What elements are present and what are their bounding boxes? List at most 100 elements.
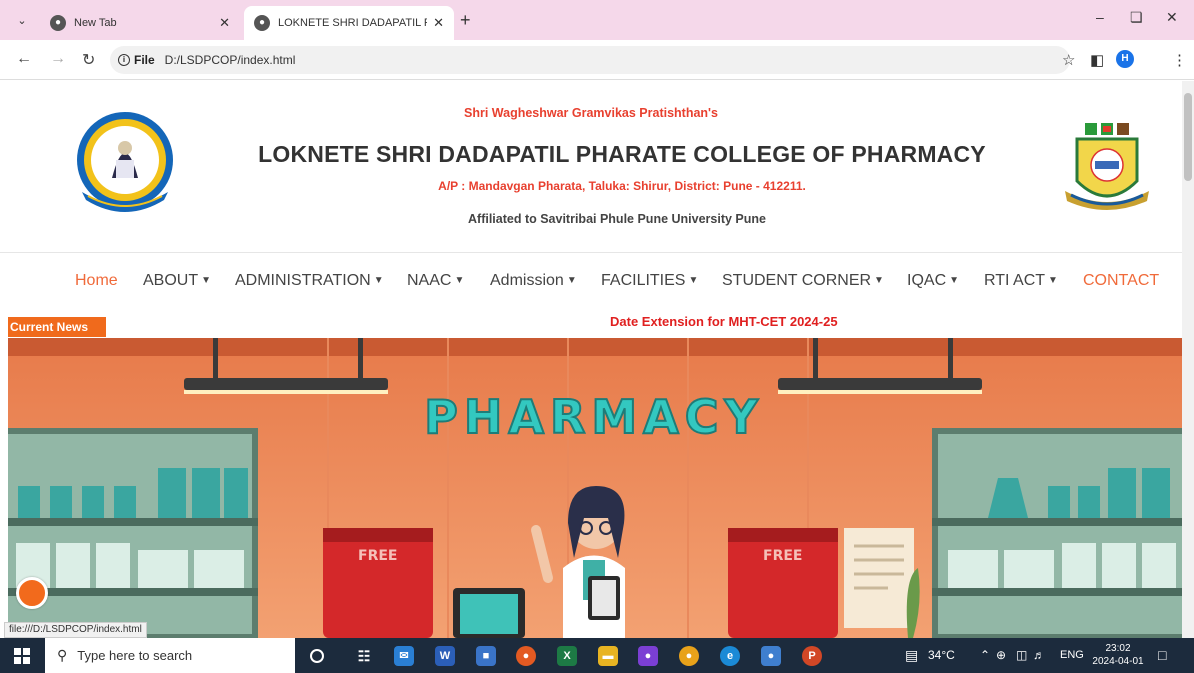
nav-contact[interactable]: CONTACT <box>1083 272 1159 290</box>
nav-naac[interactable]: NAAC ▼ <box>407 272 464 290</box>
tab-search-chevron-icon[interactable]: ⌄ <box>12 11 32 31</box>
caret-down-icon: ▼ <box>454 275 465 286</box>
battery-icon[interactable]: ◫ <box>1016 638 1027 673</box>
weather-temperature[interactable]: 34°C <box>928 638 955 673</box>
browser-toolbar: ← → ↻ i File D:/LSDPCOP/index.html ☆ ◧ H… <box>0 40 1194 80</box>
taskbar-search-placeholder: Type here to search <box>77 648 193 663</box>
network-icon[interactable]: ⊕ <box>996 638 1006 673</box>
nav-iqac[interactable]: IQAC ▼ <box>907 272 959 290</box>
tab-close-icon[interactable]: ✕ <box>219 15 230 31</box>
restore-icon[interactable]: ❏ <box>1130 9 1143 26</box>
notifications-icon[interactable]: □ <box>1158 638 1166 673</box>
current-news-label: Current News <box>8 317 106 337</box>
header-divider <box>0 252 1182 253</box>
caret-down-icon: ▼ <box>201 275 212 286</box>
free-box-label-2: FREE <box>763 548 802 564</box>
caret-down-icon: ▼ <box>1048 275 1058 286</box>
chrome-profile-icon[interactable]: ● <box>761 646 781 666</box>
nav-label: ABOUT <box>143 272 199 289</box>
show-hidden-icons-icon[interactable]: ⌃ <box>980 638 990 673</box>
caret-down-icon: ▼ <box>949 275 960 286</box>
nav-label: Home <box>75 272 118 289</box>
nav-about[interactable]: ABOUT ▼ <box>143 272 211 290</box>
forward-icon[interactable]: → <box>50 50 66 68</box>
nav-rti-act[interactable]: RTI ACT ▼ <box>984 272 1058 290</box>
back-icon[interactable]: ← <box>16 50 32 68</box>
scrollbar-thumb[interactable] <box>1184 93 1192 181</box>
nav-home[interactable]: Home <box>75 272 118 290</box>
pharmacy-banner-image: PHARMACY FREE FREE <box>8 338 1182 638</box>
news-widget-icon[interactable]: ▤ <box>905 638 918 673</box>
main-navigation: Home ABOUT ▼ ADMINISTRATION ▼ NAAC ▼ Admiss… <box>0 272 1182 296</box>
page-scrollbar[interactable] <box>1182 81 1194 638</box>
close-window-icon[interactable]: ✕ <box>1166 9 1178 26</box>
nav-label: IQAC <box>907 272 947 289</box>
task-view-icon[interactable]: ☷ <box>354 646 374 666</box>
side-panel-icon[interactable]: ◧ <box>1090 51 1104 69</box>
system-clock[interactable]: 23:02 2024-04-01 <box>1092 642 1144 668</box>
cortana-icon[interactable] <box>310 649 324 663</box>
pharmacy-sign-text: PHARMACY <box>424 390 764 444</box>
nav-student-corner[interactable]: STUDENT CORNER ▼ <box>722 272 884 290</box>
browser-tab-bar: ⌄ ● New Tab ✕ ● LOKNETE SHRI DADAPATIL P… <box>0 0 1194 40</box>
taskbar-search-box[interactable]: ⚲ Type here to search <box>45 638 295 673</box>
web-page: Shri Wagheshwar Gramvikas Pratishthan's … <box>0 81 1182 638</box>
nav-label: STUDENT CORNER <box>722 272 872 289</box>
nav-label: Admission <box>490 272 564 289</box>
mail-icon[interactable]: ✉ <box>394 646 414 666</box>
caret-down-icon: ▼ <box>566 275 577 286</box>
reload-icon[interactable]: ↻ <box>82 50 95 70</box>
trust-name: Shri Wagheshwar Gramvikas Pratishthan's <box>464 106 718 120</box>
caret-down-icon: ▼ <box>874 275 884 286</box>
word-icon[interactable]: W <box>435 646 455 666</box>
nav-label: ADMINISTRATION <box>235 272 371 289</box>
search-icon: ⚲ <box>57 647 68 663</box>
site-info-chip[interactable]: i File <box>118 53 155 67</box>
nav-label: FACILITIES <box>601 272 686 289</box>
news-ticker-text[interactable]: Date Extension for MHT-CET 2024-25 <box>610 314 838 329</box>
nav-label: NAAC <box>407 272 452 289</box>
profile-avatar[interactable]: H <box>1116 50 1134 68</box>
volume-icon[interactable]: ♬ <box>1033 638 1045 673</box>
nav-administration[interactable]: ADMINISTRATION ▼ <box>235 272 384 290</box>
chrome-taskbar-icon[interactable]: ● <box>679 646 699 666</box>
free-box-label: FREE <box>358 548 397 564</box>
tab-new-tab[interactable]: ● New Tab ✕ <box>40 6 240 40</box>
chrome-icon: ● <box>50 15 66 31</box>
firefox-icon[interactable]: ● <box>516 646 536 666</box>
college-address: A/P : Mandavgan Pharata, Taluka: Shirur,… <box>438 179 806 193</box>
caret-down-icon: ▼ <box>373 275 384 286</box>
address-bar[interactable]: i File D:/LSDPCOP/index.html <box>110 46 1070 74</box>
store-icon[interactable]: ■ <box>476 646 496 666</box>
windows-start-icon[interactable] <box>14 648 30 664</box>
info-icon: i <box>118 54 130 66</box>
menu-kebab-icon[interactable]: ⋮ <box>1172 51 1187 69</box>
powerpoint-icon[interactable]: P <box>802 646 822 666</box>
tab-title: New Tab <box>74 17 117 29</box>
tab-close-icon[interactable]: ✕ <box>433 15 444 31</box>
nav-facilities[interactable]: FACILITIES ▼ <box>601 272 698 290</box>
nav-label: CONTACT <box>1083 272 1160 289</box>
file-explorer-icon[interactable]: ▬ <box>598 646 618 666</box>
minimize-icon[interactable]: – <box>1096 9 1104 25</box>
caret-down-icon: ▼ <box>688 275 699 286</box>
url-text: D:/LSDPCOP/index.html <box>164 53 296 67</box>
floating-chat-dot[interactable] <box>16 577 48 609</box>
game-controller-icon[interactable]: ● <box>638 646 658 666</box>
edge-icon[interactable]: e <box>720 646 740 666</box>
windows-taskbar: ⚲ Type here to search ☷ ✉ W ■ ● X ▬ ● ● … <box>0 638 1194 673</box>
nav-label: RTI ACT <box>984 272 1046 289</box>
clock-date: 2024-04-01 <box>1092 656 1144 667</box>
university-affiliation: Affiliated to Savitribai Phule Pune Univ… <box>468 212 766 226</box>
globe-icon: ● <box>254 15 270 31</box>
link-status-bar: file:///D:/LSDPCOP/index.html <box>4 622 147 638</box>
new-tab-button[interactable]: + <box>460 10 471 31</box>
nav-admission[interactable]: Admission ▼ <box>490 272 577 290</box>
college-crest-logo <box>1065 123 1149 210</box>
excel-icon[interactable]: X <box>557 646 577 666</box>
tab-college-site[interactable]: ● LOKNETE SHRI DADAPATIL PHA ✕ <box>244 6 454 40</box>
input-language[interactable]: ENG <box>1060 638 1084 673</box>
bookmark-star-icon[interactable]: ☆ <box>1062 51 1075 69</box>
college-name: LOKNETE SHRI DADAPATIL PHARATE COLLEGE O… <box>258 141 986 167</box>
clock-time: 23:02 <box>1105 643 1131 654</box>
